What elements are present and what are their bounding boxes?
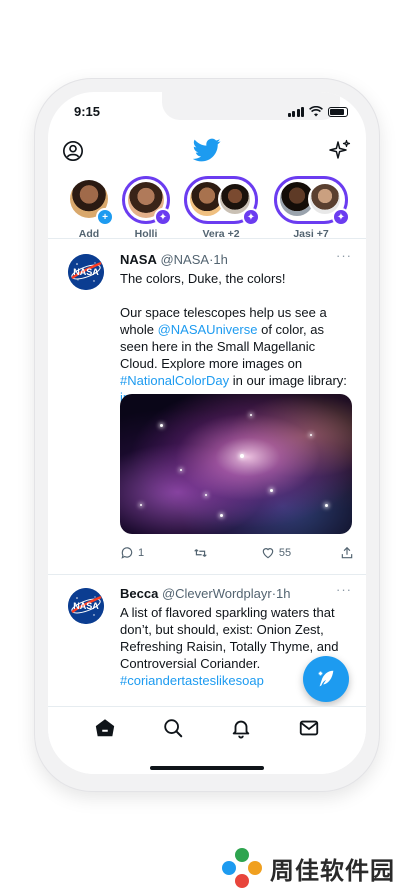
bottom-tab-bar	[48, 706, 366, 774]
reply-button[interactable]: 1	[120, 546, 144, 560]
tweet-actions: 1 55	[120, 546, 354, 560]
wifi-icon	[309, 106, 323, 117]
handle[interactable]: @NASA	[160, 252, 209, 267]
watermark: 周佳软件园	[220, 846, 395, 890]
phone-screen: 9:15 + Add ✦ Holli ✦ Vera +2 ✦ Jasi +7 N…	[48, 92, 366, 774]
hashtag-link[interactable]: #NationalColorDay	[120, 373, 229, 388]
battery-icon	[328, 106, 348, 117]
handle[interactable]: @CleverWordplayr	[162, 586, 272, 601]
svg-text:NASA: NASA	[73, 601, 99, 611]
share-icon	[341, 546, 353, 559]
nasa-logo-icon: NASA	[68, 254, 104, 290]
svg-text:NASA: NASA	[73, 267, 99, 277]
retweet-button[interactable]	[193, 546, 212, 560]
spaces-icon: ✦	[242, 208, 260, 226]
more-options-icon[interactable]: ···	[336, 582, 352, 597]
avatar[interactable]: NASA	[68, 254, 104, 290]
home-icon[interactable]	[94, 717, 116, 739]
cellular-signal-icon	[287, 106, 304, 117]
status-icons	[287, 106, 348, 117]
tweet-image[interactable]	[120, 394, 352, 534]
tweet-line: The colors, Duke, the colors!	[120, 271, 286, 286]
add-fleet-plus-icon[interactable]: +	[96, 208, 114, 226]
compose-feather-icon	[318, 670, 334, 687]
timestamp: ·1h	[271, 586, 291, 601]
share-button[interactable]	[340, 546, 354, 560]
notifications-bell-icon[interactable]	[230, 717, 252, 739]
spaces-icon: ✦	[332, 208, 350, 226]
tweet-text: The colors, Duke, the colors! Our space …	[120, 270, 354, 406]
sparkle-icon[interactable]	[328, 138, 352, 162]
reply-count: 1	[138, 547, 145, 559]
tweet-header: NASA @NASA·1h	[120, 252, 228, 267]
display-name[interactable]: NASA	[120, 252, 157, 267]
retweet-icon	[194, 549, 207, 557]
watermark-logo-icon	[222, 848, 262, 888]
tweet-header: Becca @CleverWordplayr·1h	[120, 586, 291, 601]
timestamp: ·1h	[209, 252, 228, 267]
display-name[interactable]: Becca	[120, 586, 158, 601]
status-time: 9:15	[74, 104, 101, 119]
search-icon[interactable]	[162, 717, 184, 739]
like-button[interactable]: 55	[261, 546, 291, 560]
spaces-icon: ✦	[154, 208, 172, 226]
watermark-text: 周佳软件园	[270, 857, 395, 885]
home-indicator	[150, 766, 264, 770]
messages-mail-icon[interactable]	[298, 717, 320, 739]
reply-icon	[121, 547, 133, 559]
heart-icon	[262, 548, 274, 559]
nasa-logo-icon: NASA	[68, 588, 104, 624]
top-bar	[48, 132, 366, 168]
fleets-row: + Add ✦ Holli ✦ Vera +2 ✦ Jasi +7	[48, 176, 366, 242]
profile-icon[interactable]	[62, 140, 84, 162]
twitter-bird-icon[interactable]	[193, 136, 221, 164]
tweet-nasa[interactable]: NASA NASA @NASA·1h ··· The colors, Duke,…	[48, 238, 366, 574]
like-count: 55	[278, 547, 292, 559]
avatar[interactable]: NASA	[68, 588, 104, 624]
more-options-icon[interactable]: ···	[336, 248, 352, 263]
compose-tweet-button[interactable]	[303, 656, 349, 702]
mention-link[interactable]: @NASAUniverse	[158, 322, 258, 337]
tweet-paragraph: Our space telescopes help us see a whole…	[120, 304, 354, 406]
